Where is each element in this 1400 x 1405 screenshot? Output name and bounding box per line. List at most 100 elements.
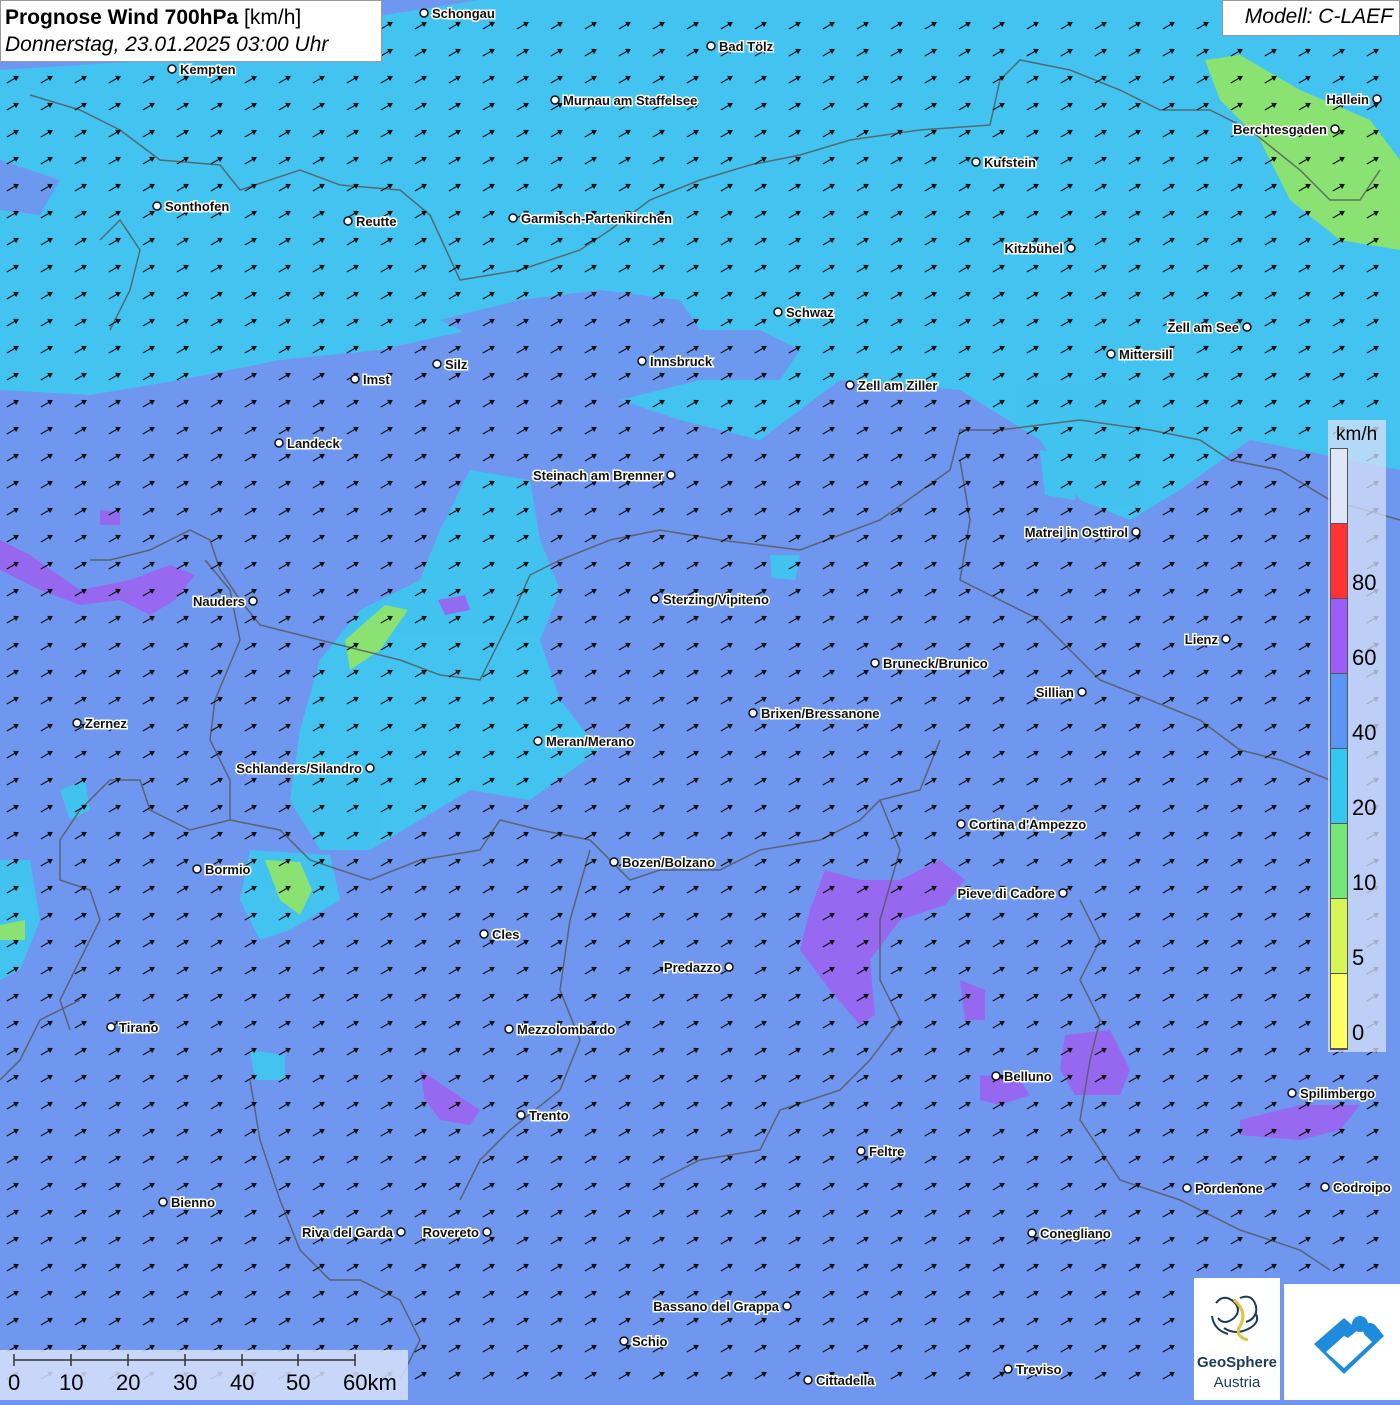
legend-class [1331, 449, 1347, 524]
city-dot [365, 763, 375, 773]
city-dot [706, 41, 716, 51]
city-marker: Brixen/Bressanone [748, 705, 881, 723]
city-label: Treviso [1016, 1362, 1062, 1377]
city-dot [550, 95, 560, 105]
city-dot [533, 736, 543, 746]
scale-bar: 0 10 20 30 40 50 60km [0, 1350, 408, 1400]
city-label: Reutte [356, 214, 396, 229]
city-dot [1066, 243, 1076, 253]
city-dot [508, 213, 518, 223]
city-dot [1330, 124, 1340, 134]
city-marker: Innsbruck [637, 353, 714, 371]
city-dot [1287, 1088, 1297, 1098]
map-title-box: Prognose Wind 700hPa [km/h] Donnerstag, … [0, 0, 382, 62]
city-dot [666, 470, 676, 480]
city-label: Bienno [171, 1195, 215, 1210]
city-label: Zell am Ziller [858, 378, 937, 393]
city-marker: Sonthofen [152, 198, 231, 216]
city-label: Feltre [869, 1144, 904, 1159]
city-dot [419, 8, 429, 18]
city-dot [1372, 94, 1382, 104]
city-dot [609, 857, 619, 867]
city-dot [748, 708, 758, 718]
city-dot [350, 374, 360, 384]
city-label: Schio [632, 1334, 667, 1349]
geosphere-logo[interactable]: GeoSphere Austria [1194, 1278, 1280, 1400]
city-marker: Zell am Ziller [845, 377, 939, 395]
city-label: Schwaz [786, 305, 834, 320]
city-marker: Garmisch-Partenkirchen [508, 210, 674, 228]
scale-label: 30 [173, 1370, 198, 1395]
legend-label: 10 [1352, 870, 1377, 895]
city-dot [956, 819, 966, 829]
scale-label: 60km [343, 1370, 397, 1395]
city-label: Schlanders/Silandro [236, 761, 362, 776]
city-label: Matrei in Osttirol [1025, 525, 1128, 540]
city-dot [1058, 888, 1068, 898]
city-label: Bozen/Bolzano [622, 855, 715, 870]
city-dot [1003, 1364, 1013, 1374]
city-dot [343, 216, 353, 226]
city-dot [870, 658, 880, 668]
city-dot [619, 1336, 629, 1346]
city-dot [1131, 527, 1141, 537]
city-marker: Cortina d'Ampezzo [956, 816, 1088, 834]
city-marker: Schlanders/Silandro [235, 760, 375, 778]
legend-label: 0 [1352, 1020, 1365, 1045]
city-label: Mittersill [1119, 347, 1172, 362]
city-label: Silz [445, 357, 468, 372]
city-marker: Bassano del Grappa [652, 1298, 792, 1316]
city-dot [773, 307, 783, 317]
city-dot [971, 157, 981, 167]
city-label: Sillian [1036, 685, 1074, 700]
legend-class [1331, 599, 1347, 674]
city-dot [516, 1110, 526, 1120]
city-dot [72, 718, 82, 728]
city-dot [1077, 687, 1087, 697]
city-label: Bruneck/Brunico [883, 656, 988, 671]
city-marker: Pieve di Cadore [956, 885, 1068, 903]
city-dot [1320, 1182, 1330, 1192]
map-title-bold: Prognose Wind 700hPa [5, 6, 239, 29]
city-label: Imst [363, 372, 390, 387]
city-label: Innsbruck [650, 354, 713, 369]
city-dot [991, 1071, 1001, 1081]
city-marker: Steinach am Brenner [531, 467, 676, 485]
city-label: Pieve di Cadore [957, 886, 1055, 901]
model-label: Modell: C-LAEF [1222, 0, 1400, 36]
city-label: Meran/Merano [546, 734, 634, 749]
city-label: Conegliano [1040, 1226, 1111, 1241]
legend-unit: km/h [1336, 424, 1378, 445]
city-dot [479, 929, 489, 939]
city-marker: Berchtesgaden [1232, 121, 1340, 139]
city-label: Lienz [1185, 632, 1219, 647]
city-label: Codroipo [1333, 1180, 1391, 1195]
city-label: Zell am See [1167, 320, 1239, 335]
legend-class [1331, 524, 1347, 599]
wetter-app-icon[interactable] [1284, 1284, 1400, 1400]
city-label: Predazzo [664, 960, 721, 975]
legend-label: 60 [1352, 645, 1377, 670]
map-title-unit: [km/h] [244, 6, 302, 29]
city-dot [803, 1375, 813, 1385]
city-marker: Riva del Garda [300, 1224, 406, 1242]
city-dot [192, 864, 202, 874]
city-label: Trento [529, 1108, 569, 1123]
scale-label: 20 [116, 1370, 141, 1395]
city-label: Kitzbühel [1005, 241, 1064, 256]
legend-label: 5 [1352, 945, 1365, 970]
city-label: Zernez [85, 716, 127, 731]
city-label: Garmisch-Partenkirchen [521, 211, 672, 226]
scale-label: 50 [286, 1370, 311, 1395]
scale-label: 0 [8, 1370, 21, 1395]
city-label: Sonthofen [165, 199, 229, 214]
city-label: Bad Tölz [719, 39, 774, 54]
city-marker: Sterzing/Vipiteno [650, 591, 770, 609]
city-label: Rovereto [423, 1225, 479, 1240]
legend-colorbar [1330, 448, 1348, 1050]
city-marker: Meran/Merano [533, 733, 636, 751]
city-marker: Murnau am Staffelsee [550, 92, 699, 110]
city-marker: Bozen/Bolzano [609, 854, 717, 872]
city-marker: Mezzolombardo [504, 1021, 617, 1039]
legend-class [1331, 749, 1347, 824]
